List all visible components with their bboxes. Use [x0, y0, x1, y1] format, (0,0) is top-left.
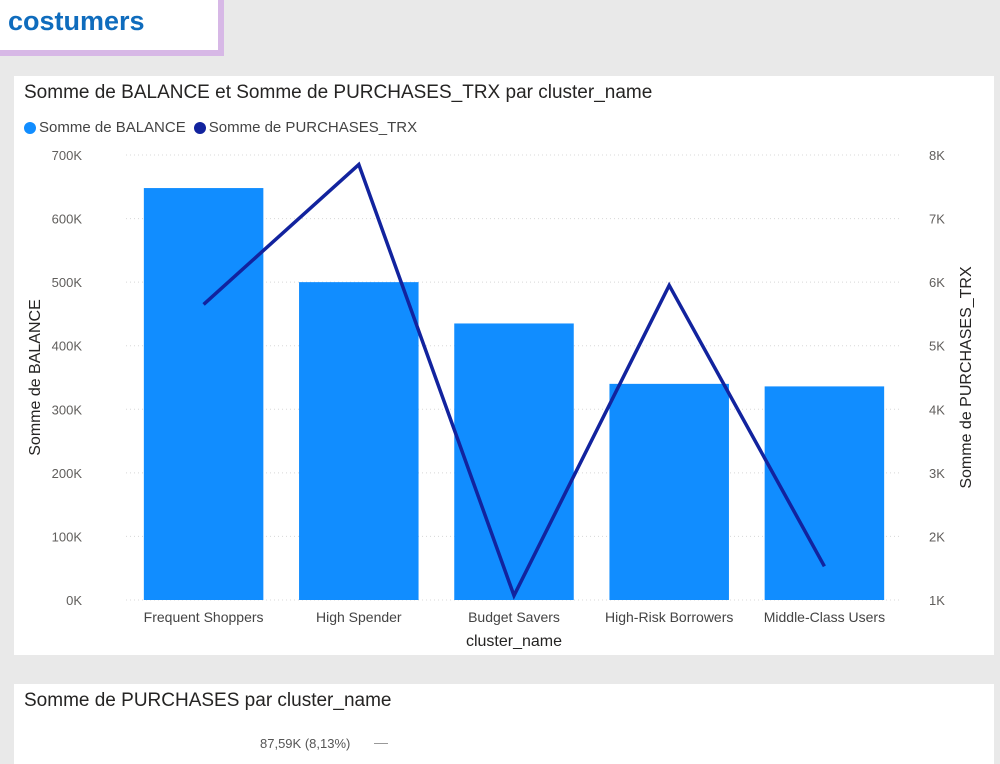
- y-tick-label: 500K: [52, 275, 83, 290]
- y2-axis-title: Somme de PURCHASES_TRX: [958, 266, 975, 489]
- page-title: costumers: [8, 6, 145, 37]
- bar-balance: [299, 282, 419, 600]
- x-axis-title: cluster_name: [466, 633, 562, 650]
- x-tick-label: High-Risk Borrowers: [605, 609, 733, 625]
- y2-tick-label: 1K: [929, 593, 945, 608]
- y-tick-label: 700K: [52, 148, 83, 163]
- pie-slice-data-label: 87,59K (8,13%): [260, 736, 350, 751]
- y-axis-title: Somme de BALANCE: [27, 299, 44, 456]
- y-tick-label: 100K: [52, 529, 83, 544]
- y-tick-label: 0K: [66, 593, 82, 608]
- x-tick-label: High Spender: [316, 609, 402, 625]
- y-tick-label: 600K: [52, 212, 83, 227]
- pie-chart-title: Somme de PURCHASES par cluster_name: [24, 690, 391, 712]
- y2-tick-label: 5K: [929, 339, 945, 354]
- pie-chart-card[interactable]: Somme de PURCHASES par cluster_name 87,5…: [14, 684, 994, 764]
- combo-chart-card[interactable]: Somme de BALANCE et Somme de PURCHASES_T…: [14, 76, 994, 655]
- y-tick-label: 200K: [52, 466, 83, 481]
- y2-tick-label: 8K: [929, 148, 945, 163]
- y2-tick-label: 4K: [929, 402, 945, 417]
- header-tile: costumers: [0, 0, 224, 56]
- combo-chart-plot: 0K 100K 200K 300K 400K 500K 600K 700K 1K 2K 3K 4K 5K…: [14, 76, 994, 655]
- y-tick-label: 400K: [52, 339, 83, 354]
- y2-tick-label: 2K: [929, 529, 945, 544]
- pie-leader-line: [374, 743, 388, 744]
- y2-tick-label: 3K: [929, 466, 945, 481]
- x-tick-label: Middle-Class Users: [764, 609, 885, 625]
- bar-balance: [454, 323, 574, 600]
- x-tick-label: Budget Savers: [468, 609, 560, 625]
- y2-tick-label: 7K: [929, 212, 945, 227]
- x-tick-label: Frequent Shoppers: [144, 609, 264, 625]
- y2-tick-label: 6K: [929, 275, 945, 290]
- y-tick-label: 300K: [52, 402, 83, 417]
- bar-balance: [144, 188, 264, 600]
- bar-balance: [609, 384, 729, 600]
